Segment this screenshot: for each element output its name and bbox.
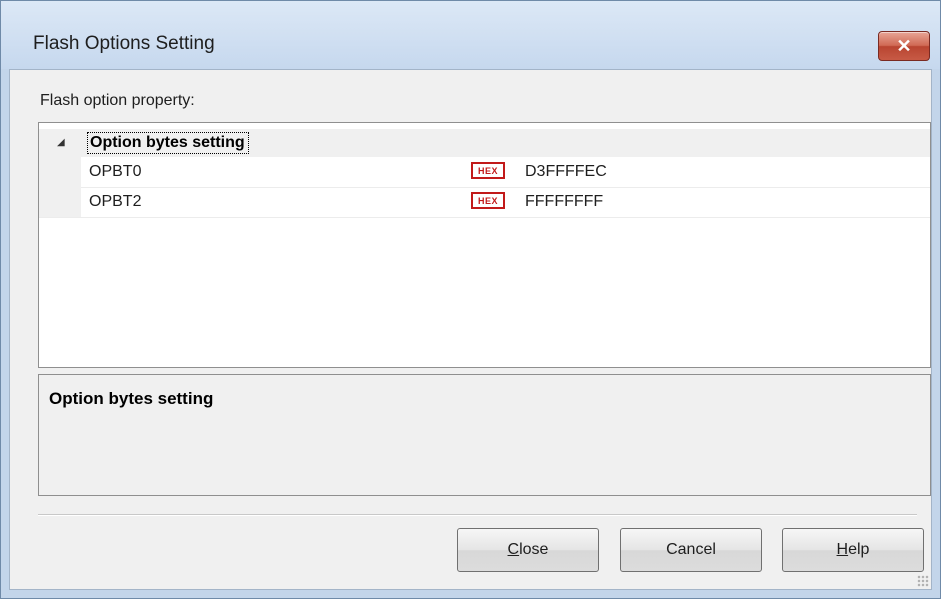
close-icon: ✕ bbox=[896, 35, 912, 56]
property-row-opbt0[interactable]: OPBT0 HEX D3FFFFEC bbox=[39, 157, 930, 188]
help-button[interactable]: Help bbox=[782, 528, 924, 572]
hex-icon: HEX bbox=[471, 192, 505, 209]
property-row-opbt2[interactable]: OPBT2 HEX FFFFFFFF bbox=[39, 187, 930, 218]
property-value[interactable]: D3FFFFEC bbox=[525, 163, 607, 181]
property-grid[interactable]: ◢ Option bytes setting OPBT0 HEX D3FFFFE… bbox=[38, 122, 931, 368]
separator bbox=[38, 514, 917, 516]
property-value[interactable]: FFFFFFFF bbox=[525, 193, 603, 211]
title-bar[interactable]: Flash Options Setting ✕ bbox=[1, 1, 940, 69]
close-button[interactable]: Close bbox=[457, 528, 599, 572]
property-name: OPBT0 bbox=[89, 163, 142, 180]
collapse-icon[interactable]: ◢ bbox=[57, 137, 65, 148]
dialog-window: Flash Options Setting ✕ Flash option pro… bbox=[0, 0, 941, 599]
close-mnemonic: C bbox=[507, 541, 520, 558]
description-panel: Option bytes setting bbox=[38, 374, 931, 496]
property-label: Flash option property: bbox=[40, 92, 195, 109]
dialog-title: Flash Options Setting bbox=[33, 33, 215, 54]
cancel-button[interactable]: Cancel bbox=[620, 528, 762, 572]
property-name: OPBT2 bbox=[89, 193, 142, 210]
dialog-client-area: Flash option property: ◢ Option bytes se… bbox=[9, 69, 932, 590]
window-close-button[interactable]: ✕ bbox=[878, 31, 930, 61]
help-mnemonic: H bbox=[836, 541, 849, 558]
row-gutter bbox=[39, 187, 81, 217]
hex-icon: HEX bbox=[471, 162, 505, 179]
resize-grip[interactable] bbox=[917, 575, 929, 587]
category-row[interactable]: ◢ Option bytes setting bbox=[39, 129, 930, 157]
row-gutter bbox=[39, 157, 81, 187]
description-title: Option bytes setting bbox=[49, 389, 214, 408]
help-label: elp bbox=[848, 541, 870, 558]
close-label: lose bbox=[519, 541, 549, 558]
category-label: Option bytes setting bbox=[87, 132, 249, 154]
